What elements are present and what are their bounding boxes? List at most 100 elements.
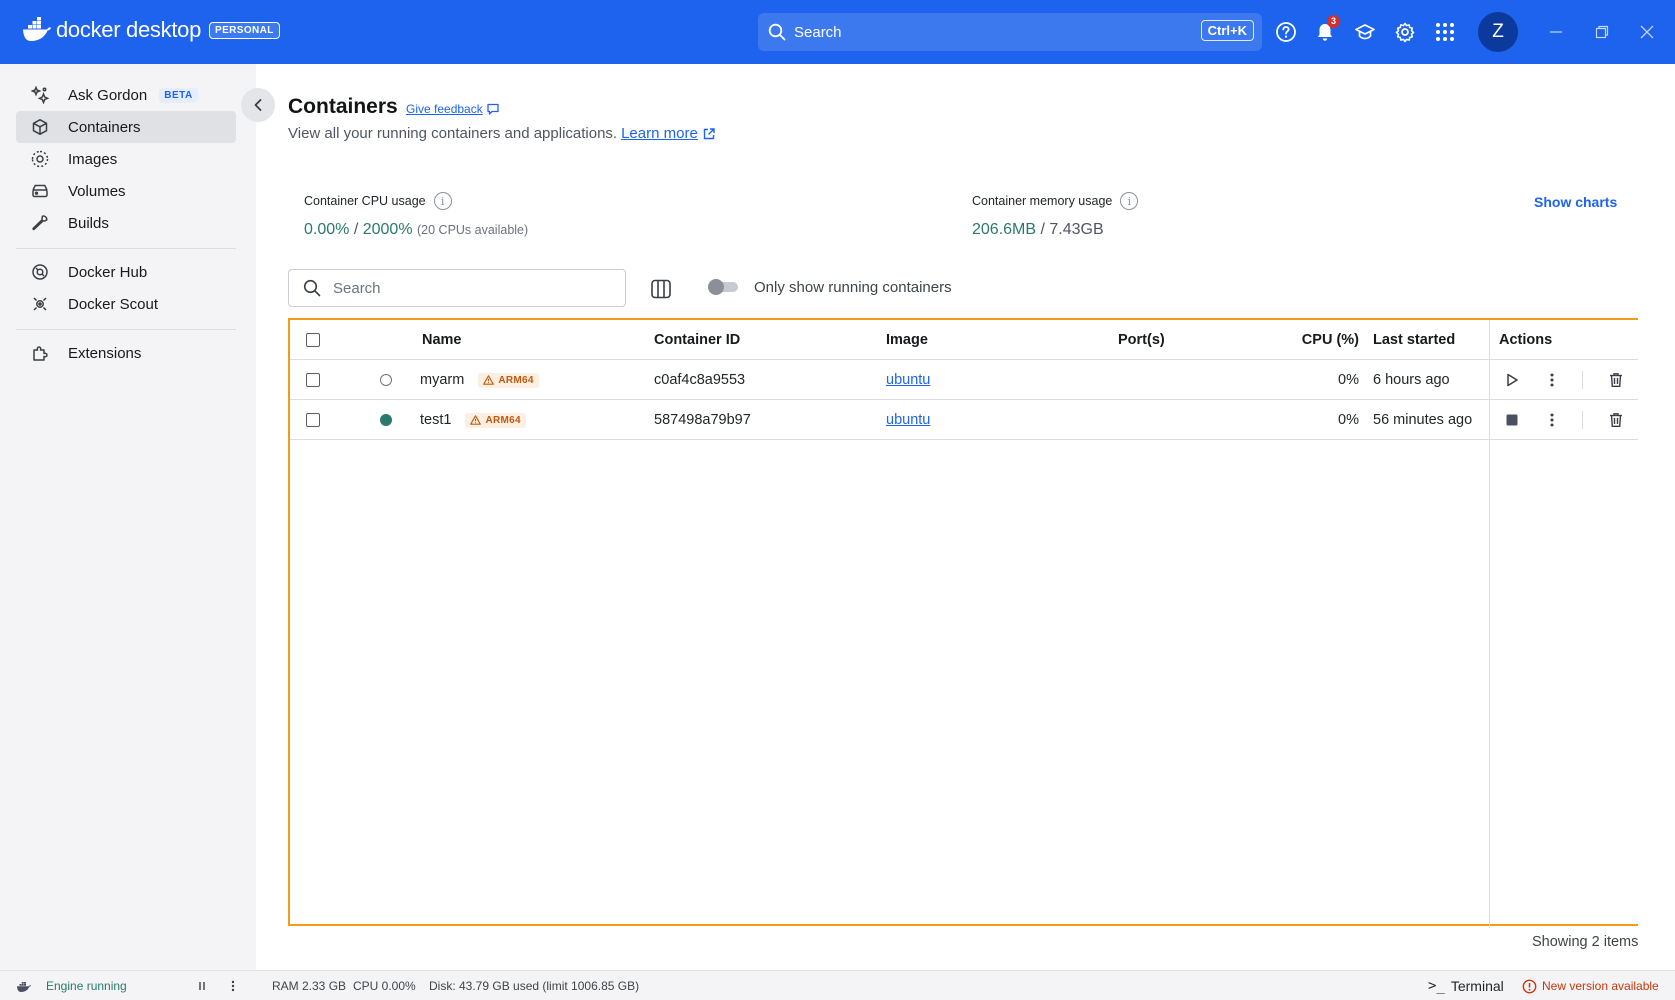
container-cpu: 0% — [1338, 372, 1359, 388]
terminal-prompt-icon: >_ — [1428, 978, 1445, 994]
column-header-ports[interactable]: Port(s) — [1118, 320, 1165, 360]
column-header-name[interactable]: Name — [422, 320, 462, 360]
apps-grid-icon[interactable] — [1431, 18, 1459, 46]
running-only-toggle[interactable] — [708, 279, 738, 295]
more-actions-button[interactable] — [1540, 368, 1564, 392]
sidebar: Ask Gordon BETA Containers Images Volume… — [0, 64, 256, 970]
arch-warning-badge: ARM64 — [465, 412, 526, 428]
learn-more-link[interactable]: Learn more — [621, 125, 698, 142]
container-id: c0af4c8a9553 — [654, 372, 746, 388]
collapse-sidebar-button[interactable] — [241, 88, 275, 122]
docker-whale-icon — [17, 981, 31, 992]
container-last-started: 56 minutes ago — [1373, 412, 1473, 428]
cpu-value: 0.00% — [304, 221, 350, 238]
cpu-usage-label-text: Container CPU usage — [304, 194, 426, 208]
sidebar-item-builds[interactable]: Builds — [16, 207, 236, 239]
cube-icon — [30, 117, 50, 137]
container-cpu: 0% — [1338, 412, 1359, 428]
sidebar-item-label: Docker Scout — [68, 295, 159, 313]
alert-circle-icon — [1522, 979, 1537, 993]
notifications-bell-icon[interactable]: 3 — [1311, 15, 1340, 46]
container-name[interactable]: test1 ARM64 — [420, 400, 526, 440]
row-checkbox[interactable] — [306, 360, 320, 400]
column-header-last-started[interactable]: Last started — [1373, 320, 1455, 360]
memory-max: 7.43GB — [1049, 221, 1104, 238]
minimize-window-icon[interactable] — [1544, 20, 1568, 44]
table-row[interactable]: myarm ARM64 c0af4c8a9553 ubuntu 0% 6 hou… — [290, 360, 1638, 400]
column-header-image[interactable]: Image — [886, 320, 928, 360]
close-window-icon[interactable] — [1635, 20, 1659, 44]
container-name-text: myarm — [420, 372, 465, 388]
global-search[interactable]: Search Ctrl+K — [758, 13, 1262, 51]
cpu-note: (20 CPUs available) — [417, 223, 529, 237]
trash-icon — [1610, 413, 1622, 427]
give-feedback-label: Give feedback — [406, 102, 483, 116]
play-icon — [1507, 373, 1518, 387]
user-avatar[interactable]: Z — [1478, 12, 1518, 52]
page-subtitle: View all your running containers and app… — [288, 125, 716, 142]
engine-menu-icon[interactable] — [227, 971, 239, 1000]
pause-engine-icon[interactable] — [196, 971, 208, 1000]
start-container-button[interactable] — [1500, 368, 1524, 392]
container-name[interactable]: myarm ARM64 — [420, 360, 539, 400]
cpu-usage: CPU 0.00% — [353, 979, 416, 993]
memory-usage-value: 206.6MB / 7.43GB — [972, 221, 1104, 238]
terminal-button[interactable]: >_ Terminal — [1428, 971, 1504, 1000]
row-checkbox[interactable] — [306, 400, 320, 440]
page-subtitle-text: View all your running containers and app… — [288, 125, 618, 142]
sidebar-item-docker-hub[interactable]: Docker Hub — [16, 256, 236, 288]
delete-container-button[interactable] — [1604, 368, 1628, 392]
column-header-actions: Actions — [1499, 332, 1553, 348]
memory-usage-label: Container memory usage i — [972, 192, 1139, 210]
stop-container-button[interactable] — [1500, 408, 1524, 432]
show-charts-button[interactable]: Show charts — [1534, 194, 1617, 210]
learning-center-icon[interactable] — [1351, 18, 1379, 46]
sidebar-item-docker-scout[interactable]: Docker Scout — [16, 288, 236, 320]
settings-gear-icon[interactable] — [1391, 18, 1419, 46]
sidebar-item-label: Extensions — [68, 344, 142, 362]
engine-status[interactable]: Engine running — [16, 971, 127, 1000]
image-link[interactable]: ubuntu — [886, 400, 930, 440]
toggle-knob — [708, 279, 724, 295]
info-icon[interactable]: i — [1120, 192, 1139, 210]
container-search-input[interactable] — [333, 279, 583, 297]
sidebar-item-extensions[interactable]: Extensions — [16, 337, 236, 369]
sidebar-item-images[interactable]: Images — [16, 143, 236, 175]
arch-label: ARM64 — [498, 374, 534, 386]
kebab-menu-icon — [1550, 413, 1554, 427]
warning-triangle-icon — [470, 415, 482, 425]
items-count: Showing 2 items — [1532, 934, 1639, 950]
title-bar: docker desktop PERSONAL Search Ctrl+K 3 … — [0, 0, 1675, 64]
new-version-text: New version available — [1542, 979, 1659, 993]
column-header-cpu[interactable]: CPU (%) — [1299, 320, 1359, 360]
help-icon[interactable] — [1272, 18, 1300, 46]
image-link[interactable]: ubuntu — [886, 360, 930, 400]
engine-status-text: Engine running — [46, 979, 127, 993]
restore-window-icon[interactable] — [1590, 20, 1614, 44]
column-settings-icon[interactable] — [648, 276, 674, 302]
search-icon — [303, 279, 321, 297]
stop-icon — [1506, 414, 1518, 426]
new-version-notice[interactable]: New version available — [1522, 971, 1659, 1000]
beta-badge: BETA — [159, 87, 198, 103]
more-actions-button[interactable] — [1540, 408, 1564, 432]
plan-badge: PERSONAL — [209, 21, 280, 39]
cpu-usage-value: 0.00% / 2000% (20 CPUs available) — [304, 221, 529, 238]
info-icon[interactable]: i — [433, 192, 452, 210]
give-feedback-link[interactable]: Give feedback — [406, 102, 500, 116]
sidebar-item-label: Builds — [68, 214, 109, 232]
table-row[interactable]: test1 ARM64 587498a79b97 ubuntu 0% 56 mi… — [290, 400, 1638, 440]
page-title: Containers — [288, 95, 398, 118]
notification-count-badge: 3 — [1327, 15, 1340, 28]
sidebar-item-containers[interactable]: Containers — [16, 111, 236, 143]
column-header-container-id[interactable]: Container ID — [654, 320, 740, 360]
container-search[interactable] — [288, 269, 626, 307]
running-only-label: Only show running containers — [754, 279, 952, 296]
puzzle-icon — [30, 343, 50, 363]
wrench-icon — [30, 213, 50, 233]
delete-container-button[interactable] — [1604, 408, 1628, 432]
sidebar-item-volumes[interactable]: Volumes — [16, 175, 236, 207]
select-all-checkbox[interactable] — [306, 320, 320, 360]
sidebar-item-ask-gordon[interactable]: Ask Gordon BETA — [16, 79, 236, 111]
sidebar-divider — [16, 248, 236, 249]
